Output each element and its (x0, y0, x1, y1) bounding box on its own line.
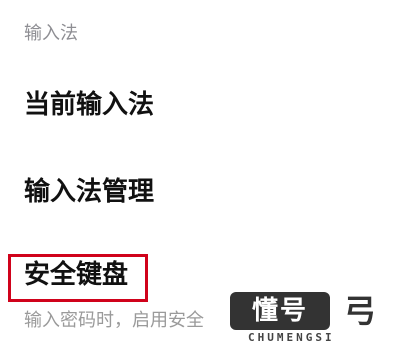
watermark-caption: CHUMENGSI (248, 331, 335, 344)
watermark-symbol: 弓 (344, 292, 377, 330)
watermark: 懂号 弓 CHUMENGSI (226, 290, 396, 348)
menu-item-input-method-management[interactable]: 输入法管理 (24, 175, 154, 209)
secure-keyboard-description: 输入密码时，启用安全 (24, 310, 204, 331)
watermark-logo-text: 懂号 (251, 296, 308, 326)
section-header: 输入法 (24, 23, 78, 44)
menu-item-current-input-method[interactable]: 当前输入法 (24, 88, 154, 122)
menu-item-secure-keyboard[interactable]: 安全键盘 (24, 258, 128, 292)
